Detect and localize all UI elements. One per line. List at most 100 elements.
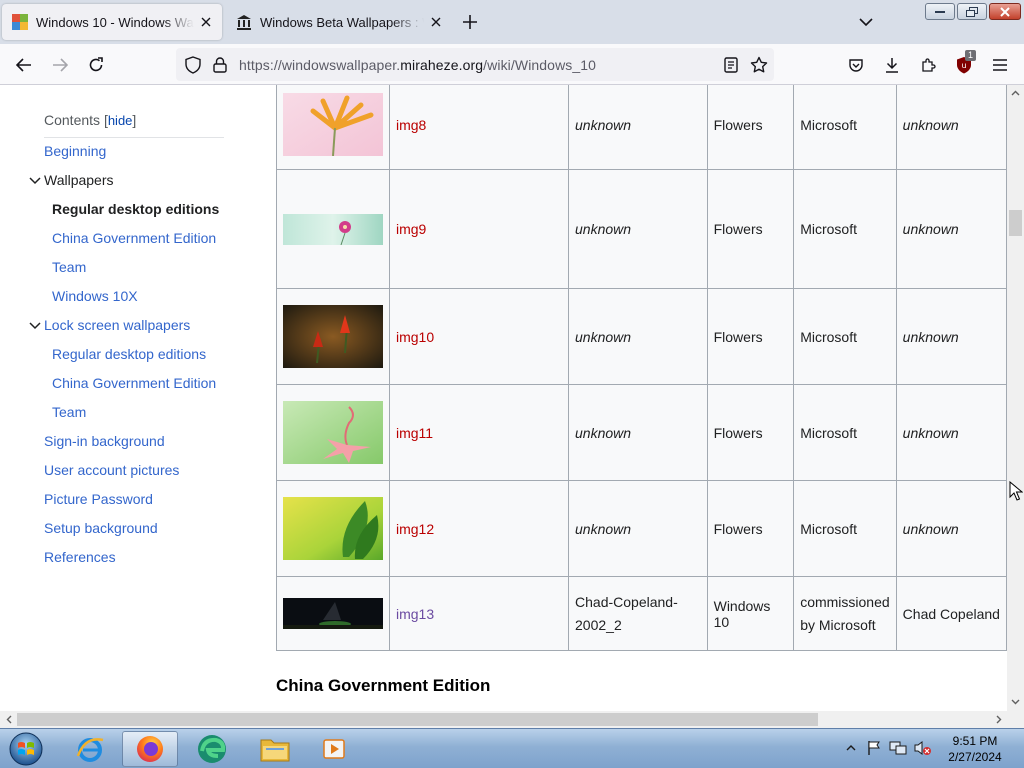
scroll-up-arrow-icon[interactable] bbox=[1007, 85, 1024, 101]
wallpaper-link[interactable]: img12 bbox=[396, 521, 434, 537]
address-bar[interactable]: https://windowswallpaper.miraheze.org/wi… bbox=[176, 48, 774, 81]
thumbnail-night-sky[interactable] bbox=[283, 598, 383, 629]
close-tab-icon[interactable] bbox=[194, 10, 218, 34]
category-cell: Flowers bbox=[706, 169, 795, 289]
thumbnail-cell bbox=[276, 169, 390, 289]
table-row: img11 unknown Flowers Microsoft unknown bbox=[276, 384, 1007, 481]
tab-windows-beta[interactable]: Windows Beta Wallpapers : Wallpaper bbox=[226, 4, 452, 40]
taskbar-file-explorer[interactable] bbox=[247, 731, 303, 767]
bookmark-star-icon[interactable] bbox=[749, 55, 769, 75]
reload-icon[interactable] bbox=[81, 50, 111, 80]
vertical-scrollbar[interactable] bbox=[1007, 85, 1024, 711]
thumbnail-orange-flower[interactable] bbox=[283, 93, 383, 156]
pocket-icon[interactable] bbox=[841, 50, 871, 80]
wallpaper-link[interactable]: img10 bbox=[396, 329, 434, 345]
menu-icon[interactable] bbox=[985, 50, 1015, 80]
toc-item-china-government-edition[interactable]: China Government Edition bbox=[52, 230, 216, 246]
new-tab-plus-icon[interactable] bbox=[456, 8, 484, 36]
mouse-pointer-icon bbox=[1009, 481, 1023, 501]
scroll-left-arrow-icon[interactable] bbox=[0, 711, 17, 728]
url-text[interactable]: https://windowswallpaper.miraheze.org/wi… bbox=[239, 57, 596, 73]
toc-hide-link[interactable]: hide bbox=[108, 113, 133, 128]
thumbnail-pink-flower-teal[interactable] bbox=[283, 213, 383, 245]
toc-item-windows-10x[interactable]: Windows 10X bbox=[52, 288, 138, 304]
close-window-icon[interactable] bbox=[989, 3, 1021, 20]
wallpaper-link[interactable]: img13 bbox=[396, 606, 434, 622]
toc-header: Contents [hide] bbox=[44, 112, 136, 128]
table-row: img9 unknown Flowers Microsoft unknown bbox=[276, 169, 1007, 289]
filename-cell: unknown bbox=[568, 288, 708, 385]
category-cell: Flowers bbox=[706, 85, 795, 170]
taskbar-edge[interactable] bbox=[184, 731, 240, 767]
show-hidden-icons-chevron-icon[interactable] bbox=[842, 739, 860, 757]
thumbnail-pink-flower-green[interactable] bbox=[283, 401, 383, 464]
filename-cell: unknown bbox=[568, 384, 708, 481]
url-host: miraheze.org bbox=[400, 57, 484, 73]
name-cell: img11 bbox=[388, 384, 570, 481]
lock-icon[interactable] bbox=[210, 55, 230, 75]
source-cell: commissioned by Microsoft bbox=[793, 576, 897, 651]
minimize-window-icon[interactable] bbox=[925, 3, 955, 20]
toc-item-regular-desktop-editions[interactable]: Regular desktop editions bbox=[52, 201, 219, 217]
horizontal-scrollbar[interactable] bbox=[0, 711, 1007, 728]
wallpaper-link[interactable]: img9 bbox=[396, 221, 426, 237]
scroll-right-arrow-icon[interactable] bbox=[990, 711, 1007, 728]
taskbar: 9:51 PM 2/27/2024 bbox=[0, 728, 1024, 768]
restore-window-icon[interactable] bbox=[957, 3, 987, 20]
system-clock[interactable]: 9:51 PM 2/27/2024 bbox=[940, 733, 1010, 765]
volume-muted-icon[interactable] bbox=[914, 739, 932, 757]
network-icon[interactable] bbox=[889, 739, 907, 757]
toc-item-setup-background[interactable]: Setup background bbox=[44, 520, 158, 536]
start-button[interactable] bbox=[4, 730, 48, 768]
vertical-scroll-thumb[interactable] bbox=[1009, 210, 1022, 236]
thumbnail-red-tulips[interactable] bbox=[283, 305, 383, 368]
source-cell: Microsoft bbox=[793, 169, 897, 289]
table-row: img13 Chad-Copeland-2002_2 Windows 10 co… bbox=[276, 576, 1007, 651]
name-cell: img12 bbox=[388, 480, 570, 577]
close-tab-icon[interactable] bbox=[424, 10, 448, 34]
toc-item-beginning[interactable]: Beginning bbox=[44, 143, 106, 159]
taskbar-media-player[interactable] bbox=[307, 731, 363, 767]
toc-item-lock-screen-wallpapers[interactable]: Lock screen wallpapers bbox=[44, 317, 190, 333]
action-center-flag-icon[interactable] bbox=[865, 739, 883, 757]
toc-item-user-account-pictures[interactable]: User account pictures bbox=[44, 462, 179, 478]
download-icon[interactable] bbox=[877, 50, 907, 80]
table-row: img8 unknown Flowers Microsoft unknown bbox=[276, 85, 1007, 170]
scroll-down-arrow-icon[interactable] bbox=[1007, 694, 1024, 710]
wallpaper-link[interactable]: img8 bbox=[396, 117, 426, 133]
ublock-icon[interactable]: u 1 bbox=[949, 50, 979, 80]
toc-divider bbox=[44, 137, 224, 138]
chevron-down-icon[interactable] bbox=[28, 174, 42, 188]
toc-item-picture-password[interactable]: Picture Password bbox=[44, 491, 153, 507]
filename-cell: unknown bbox=[568, 480, 708, 577]
horizontal-scroll-thumb[interactable] bbox=[17, 713, 818, 726]
name-cell: img9 bbox=[388, 169, 570, 289]
filename-cell: unknown bbox=[568, 85, 708, 170]
category-cell: Windows 10 bbox=[706, 576, 795, 651]
wallpaper-link[interactable]: img11 bbox=[396, 425, 433, 441]
toc-item-wallpapers[interactable]: Wallpapers bbox=[44, 172, 114, 188]
back-icon[interactable] bbox=[9, 50, 39, 80]
toc-item-lock-team[interactable]: Team bbox=[52, 404, 86, 420]
table-row: img10 unknown Flowers Microsoft unknown bbox=[276, 288, 1007, 385]
extensions-icon[interactable] bbox=[913, 50, 943, 80]
source-cell: Microsoft bbox=[793, 384, 897, 481]
tracking-shield-icon[interactable] bbox=[183, 55, 203, 75]
table-row: img12 unknown Flowers Microsoft unknown bbox=[276, 480, 1007, 577]
filename-cell: Chad-Copeland-2002_2 bbox=[568, 576, 708, 651]
thumbnail-green-leaves[interactable] bbox=[283, 497, 383, 560]
toc-item-lock-regular-desktop-editions[interactable]: Regular desktop editions bbox=[52, 346, 206, 362]
clock-date: 2/27/2024 bbox=[948, 750, 1002, 764]
toc-item-sign-in-background[interactable]: Sign-in background bbox=[44, 433, 165, 449]
toc-item-lock-china-government-edition[interactable]: China Government Edition bbox=[52, 375, 216, 391]
toc-item-references[interactable]: References bbox=[44, 549, 116, 565]
toc-item-team[interactable]: Team bbox=[52, 259, 86, 275]
list-all-tabs-chevron-icon[interactable] bbox=[852, 8, 880, 36]
folder-icon bbox=[260, 739, 290, 762]
chevron-down-icon[interactable] bbox=[28, 319, 42, 333]
reader-view-icon[interactable] bbox=[721, 55, 741, 75]
taskbar-firefox[interactable] bbox=[122, 731, 178, 767]
tab-windows-10[interactable]: Windows 10 - Windows Wallpaper bbox=[2, 4, 222, 40]
forward-icon[interactable] bbox=[45, 50, 75, 80]
taskbar-internet-explorer[interactable] bbox=[62, 731, 118, 767]
